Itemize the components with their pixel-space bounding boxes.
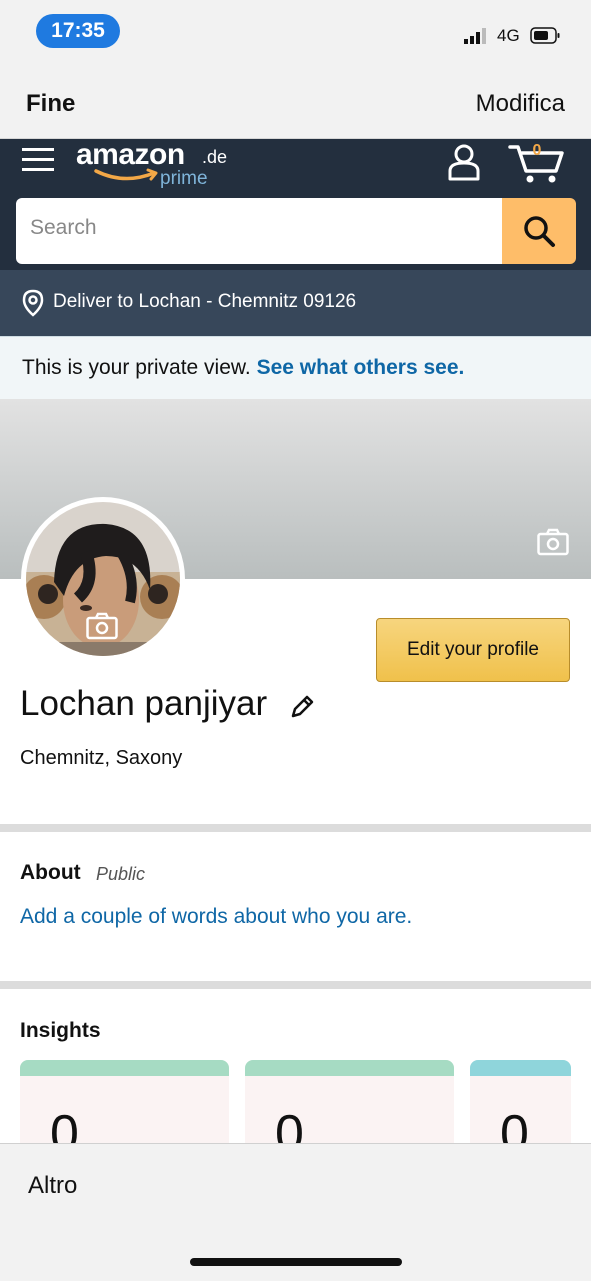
insights-title: Insights: [20, 1019, 101, 1042]
hamburger-menu-icon[interactable]: [22, 146, 54, 174]
search-input[interactable]: Search: [30, 216, 97, 240]
section-divider: [0, 981, 591, 989]
pencil-icon[interactable]: [288, 693, 316, 721]
private-view-text: This is your private view. See what othe…: [22, 356, 464, 380]
home-indicator[interactable]: [190, 1258, 402, 1266]
amazon-smile-icon: [94, 168, 158, 181]
account-icon[interactable]: [446, 143, 482, 181]
avatar-camera-icon[interactable]: [86, 612, 118, 640]
search-icon: [524, 216, 555, 247]
camera-icon[interactable]: [537, 528, 569, 556]
profile-location: Chemnitz, Saxony: [20, 747, 183, 769]
insight-card-stripe: [245, 1060, 454, 1076]
profile-name: Lochan panjiyar: [20, 684, 268, 723]
battery-icon: [530, 27, 560, 44]
private-view-label: This is your private view.: [22, 356, 251, 379]
more-button[interactable]: Altro: [28, 1172, 77, 1200]
search-button[interactable]: [502, 198, 576, 264]
edit-button[interactable]: Modifica: [476, 90, 565, 118]
done-button[interactable]: Fine: [26, 90, 75, 118]
insight-card-stripe: [470, 1060, 571, 1076]
insight-card[interactable]: 0: [20, 1060, 229, 1150]
cart-count-badge: 0: [532, 142, 542, 159]
location-pin-icon: [22, 289, 44, 317]
deliver-to-text[interactable]: Deliver to Lochan - Chemnitz 09126: [53, 291, 356, 313]
amazon-logo-prime: prime: [160, 168, 208, 189]
amazon-logo-tld: .de: [202, 147, 228, 167]
insight-card-stripe: [20, 1060, 229, 1076]
network-label: 4G: [497, 26, 520, 45]
about-add-link[interactable]: Add a couple of words about who you are.: [20, 905, 412, 929]
edit-profile-button[interactable]: Edit your profile: [376, 618, 570, 682]
about-visibility: Public: [96, 864, 146, 884]
signal-icon: [464, 28, 486, 44]
about-title: About: [20, 861, 81, 884]
see-others-link[interactable]: See what others see.: [257, 356, 465, 379]
insight-card[interactable]: 0: [470, 1060, 571, 1150]
section-divider: [0, 824, 591, 832]
insight-card[interactable]: 0: [245, 1060, 454, 1150]
status-time: 17:35: [36, 14, 120, 48]
